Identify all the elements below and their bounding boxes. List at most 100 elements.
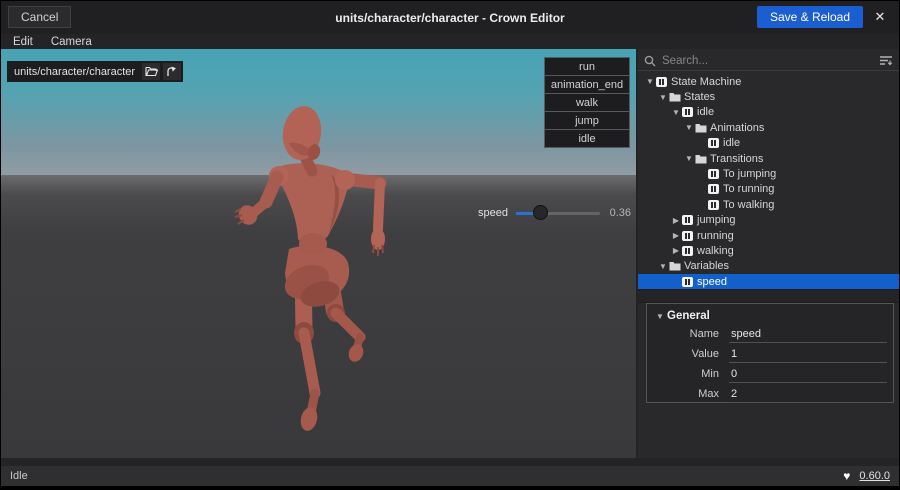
tree-item-label: Transitions — [710, 153, 763, 165]
tree-item-transitions[interactable]: ▼ Transitions — [638, 151, 899, 166]
event-button-idle[interactable]: idle — [544, 129, 630, 148]
inspector-fields: Name Value Min Max — [653, 324, 887, 404]
event-button-walk[interactable]: walk — [544, 93, 630, 112]
character-model — [1, 49, 636, 458]
state-machine-icon — [682, 277, 695, 287]
general-section-header[interactable]: ▼ General — [653, 308, 887, 324]
tree-item-to-jumping[interactable]: To jumping — [638, 166, 899, 181]
state-machine-panel: ▼State Machine▼States▼idle▼Animationsidl… — [638, 49, 899, 458]
tree-item-animations[interactable]: ▼ Animations — [638, 120, 899, 135]
state-machine-icon — [682, 231, 695, 241]
event-button-animation_end[interactable]: animation_end — [544, 75, 630, 94]
reload-button[interactable] — [163, 63, 181, 80]
status-gap — [1, 458, 899, 466]
chevron-down-icon[interactable]: ▼ — [657, 93, 669, 102]
field-label-max: Max — [653, 388, 719, 400]
speed-slider[interactable] — [516, 212, 600, 215]
tree-item-label: To running — [723, 183, 774, 195]
inspector-row-value: Value — [653, 344, 887, 364]
event-button-run[interactable]: run — [544, 57, 630, 76]
state-machine-icon — [708, 169, 721, 179]
tree-item-jumping[interactable]: ▶ jumping — [638, 213, 899, 228]
event-button-jump[interactable]: jump — [544, 111, 630, 130]
field-label-name: Name — [653, 328, 719, 340]
tree-item-label: jumping — [697, 214, 736, 226]
state-machine-icon — [656, 77, 669, 87]
folder-icon — [669, 261, 682, 271]
tree-item-idle[interactable]: ▼ idle — [638, 105, 899, 120]
field-label-value: Value — [653, 348, 719, 360]
chevron-down-icon[interactable]: ▼ — [657, 262, 669, 271]
tree-item-label: running — [697, 230, 734, 242]
tree-item-walking[interactable]: ▶ walking — [638, 243, 899, 258]
state-machine-icon — [708, 184, 721, 194]
tree-item-state-machine[interactable]: ▼State Machine — [638, 74, 899, 89]
folder-open-icon — [145, 66, 158, 77]
chevron-right-icon[interactable]: ▶ — [670, 231, 682, 240]
inspector-row-min: Min — [653, 364, 887, 384]
search-input[interactable] — [662, 55, 879, 67]
tree-item-to-walking[interactable]: To walking — [638, 197, 899, 212]
tree-item-states[interactable]: ▼ States — [638, 89, 899, 104]
search-icon — [644, 55, 656, 67]
general-section-title: General — [667, 310, 710, 322]
save-reload-button[interactable]: Save & Reload — [757, 6, 863, 28]
3d-viewport[interactable]: units/character/character runanimation_e… — [1, 49, 636, 458]
chevron-down-icon[interactable]: ▼ — [683, 154, 695, 163]
menu-item-camera[interactable]: Camera — [43, 36, 100, 48]
tree-item-label: Animations — [710, 122, 764, 134]
tree-item-running[interactable]: ▶ running — [638, 228, 899, 243]
tree-item-label: States — [684, 91, 715, 103]
panel-divider — [638, 289, 899, 303]
tree-item-label: speed — [697, 276, 727, 288]
close-icon[interactable]: ✕ — [869, 6, 891, 28]
status-text: Idle — [10, 470, 843, 482]
inspector-row-max: Max — [653, 384, 887, 404]
open-folder-button[interactable] — [142, 63, 160, 80]
tree-item-label: To walking — [723, 199, 774, 211]
state-machine-icon — [708, 200, 721, 210]
sort-filter-icon[interactable] — [879, 55, 893, 67]
crown-editor-window: Cancel units/character/character - Crown… — [1, 1, 899, 486]
tree-item-label: idle — [723, 137, 740, 149]
chevron-down-icon: ▼ — [653, 312, 667, 321]
asset-path-chip: units/character/character — [7, 61, 183, 82]
tree-item-label: walking — [697, 245, 734, 257]
menu-item-edit[interactable]: Edit — [5, 36, 41, 48]
folder-icon — [695, 123, 708, 133]
tree-item-label: Variables — [684, 260, 729, 272]
state-machine-icon — [682, 246, 695, 256]
asset-path-label: units/character/character — [14, 66, 135, 78]
speed-slider-row: speed 0.36 — [471, 204, 631, 222]
speed-slider-handle[interactable] — [533, 205, 548, 220]
state-machine-tree: ▼State Machine▼States▼idle▼Animationsidl… — [638, 74, 899, 289]
heart-icon[interactable]: ♥ — [843, 469, 850, 483]
tree-item-to-running[interactable]: To running — [638, 182, 899, 197]
cancel-button[interactable]: Cancel — [8, 6, 71, 28]
event-button-stack: runanimation_endwalkjumpidle — [544, 58, 630, 148]
state-machine-icon — [708, 138, 721, 148]
field-input-min[interactable] — [729, 366, 887, 383]
state-machine-icon — [682, 215, 695, 225]
chevron-down-icon[interactable]: ▼ — [644, 77, 656, 86]
speed-slider-label: speed — [471, 207, 508, 219]
field-label-min: Min — [653, 368, 719, 380]
tree-item-speed[interactable]: speed — [638, 274, 899, 289]
chevron-right-icon[interactable]: ▶ — [670, 246, 682, 255]
tree-item-label: To jumping — [723, 168, 776, 180]
version-link[interactable]: 0.60.0 — [859, 470, 890, 482]
search-row — [638, 52, 899, 71]
inspector-panel: ▼ General Name Value Min Max — [646, 303, 894, 403]
chevron-down-icon[interactable]: ▼ — [670, 108, 682, 117]
tree-item-variables[interactable]: ▼ Variables — [638, 259, 899, 274]
reload-icon — [166, 66, 178, 78]
state-machine-icon — [682, 107, 695, 117]
field-input-max[interactable] — [729, 386, 887, 403]
tree-item-label: idle — [697, 106, 714, 118]
chevron-right-icon[interactable]: ▶ — [670, 216, 682, 225]
field-input-name[interactable] — [729, 326, 887, 343]
chevron-down-icon[interactable]: ▼ — [683, 123, 695, 132]
tree-item-idle[interactable]: idle — [638, 136, 899, 151]
field-input-value[interactable] — [729, 346, 887, 363]
folder-icon — [695, 154, 708, 164]
